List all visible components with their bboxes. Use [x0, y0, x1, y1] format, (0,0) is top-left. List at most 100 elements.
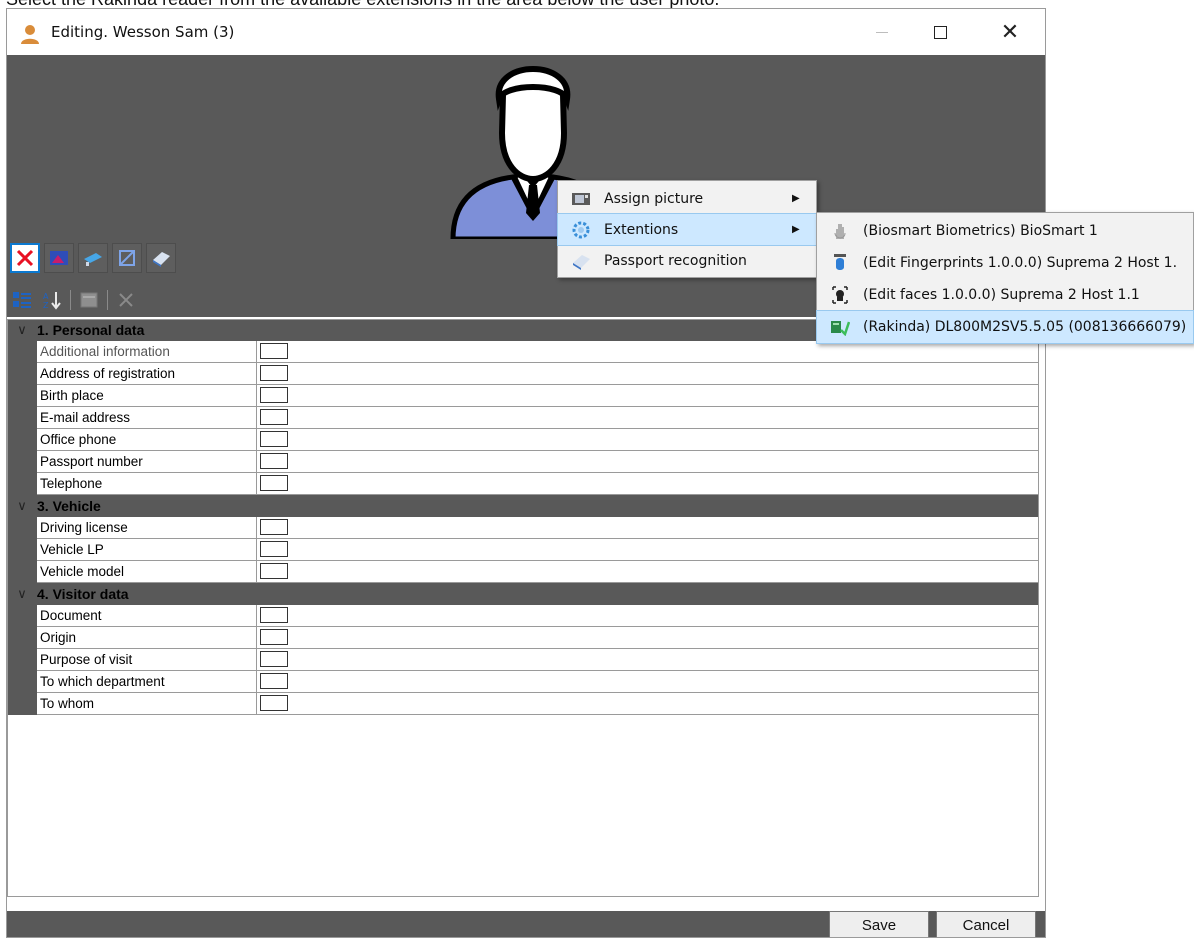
- camera-icon: [84, 253, 102, 266]
- category-row[interactable]: ∨ 4. Visitor data: [7, 583, 1039, 605]
- property-value-cell[interactable]: [257, 341, 1039, 363]
- property-row[interactable]: Origin: [7, 627, 1039, 649]
- property-row[interactable]: Address of registration: [7, 363, 1039, 385]
- maximize-button[interactable]: [917, 9, 963, 55]
- categorized-view-button[interactable]: [10, 288, 34, 312]
- category-row[interactable]: ∨ 3. Vehicle: [7, 495, 1039, 517]
- menu-item-label: (Edit faces 1.0.0.0) Suprema 2 Host 1.1: [863, 287, 1140, 303]
- property-value-input[interactable]: [260, 431, 288, 447]
- property-value-input[interactable]: [260, 519, 288, 535]
- property-row[interactable]: Vehicle model: [7, 561, 1039, 583]
- minimize-icon: [876, 31, 888, 33]
- menu-item[interactable]: Extentions ▶: [557, 213, 817, 246]
- property-value-cell[interactable]: [257, 671, 1039, 693]
- property-value-input[interactable]: [260, 673, 288, 689]
- collapse-chevron-icon[interactable]: ∨: [7, 498, 37, 514]
- collapse-chevron-icon[interactable]: ∨: [7, 322, 37, 338]
- maximize-icon: [933, 25, 947, 39]
- menu-item[interactable]: (Edit faces 1.0.0.0) Suprema 2 Host 1.1: [817, 279, 1193, 311]
- property-label: To whom: [37, 693, 257, 715]
- property-value-input[interactable]: [260, 365, 288, 381]
- property-row[interactable]: E-mail address: [7, 407, 1039, 429]
- property-value-cell[interactable]: [257, 693, 1039, 715]
- save-button[interactable]: Save: [829, 911, 929, 937]
- property-value-cell[interactable]: [257, 473, 1039, 495]
- collapse-chevron-icon[interactable]: ∨: [7, 586, 37, 602]
- property-value-cell[interactable]: [257, 363, 1039, 385]
- property-value-cell[interactable]: [257, 649, 1039, 671]
- property-row[interactable]: Telephone: [7, 473, 1039, 495]
- property-label: Vehicle model: [37, 561, 257, 583]
- menu-item[interactable]: (Edit Fingerprints 1.0.0.0) Suprema 2 Ho…: [817, 247, 1193, 279]
- property-row[interactable]: Driving license: [7, 517, 1039, 539]
- property-label: Birth place: [37, 385, 257, 407]
- property-label: Vehicle LP: [37, 539, 257, 561]
- window-title: Editing. Wesson Sam (3): [51, 23, 235, 41]
- dialog-footer: Save Cancel: [7, 911, 1045, 937]
- property-value-input[interactable]: [260, 453, 288, 469]
- property-value-input[interactable]: [260, 409, 288, 425]
- property-value-input[interactable]: [260, 651, 288, 667]
- property-row[interactable]: Passport number: [7, 451, 1039, 473]
- property-label: Office phone: [37, 429, 257, 451]
- property-value-input[interactable]: [260, 343, 288, 359]
- property-value-cell[interactable]: [257, 517, 1039, 539]
- close-button[interactable]: ✕: [987, 9, 1033, 55]
- menu-item-label: Passport recognition: [604, 252, 747, 269]
- property-grid: ∨ 1. Personal data Additional information A…: [7, 319, 1039, 897]
- cancel-button[interactable]: Cancel: [936, 911, 1036, 937]
- alphabetical-sort-button[interactable]: A Z: [40, 288, 64, 312]
- property-row[interactable]: Office phone: [7, 429, 1039, 451]
- property-value-input[interactable]: [260, 541, 288, 557]
- property-value-cell[interactable]: [257, 429, 1039, 451]
- menu-item-label: (Biosmart Biometrics) BioSmart 1: [863, 223, 1098, 239]
- property-row[interactable]: Vehicle LP: [7, 539, 1039, 561]
- property-row[interactable]: To which department: [7, 671, 1039, 693]
- property-value-input[interactable]: [260, 607, 288, 623]
- property-value-cell[interactable]: [257, 627, 1039, 649]
- menu-item-label: Extentions: [604, 221, 679, 238]
- property-value-cell[interactable]: [257, 539, 1039, 561]
- title-bar: Editing. Wesson Sam (3) ✕: [7, 9, 1045, 55]
- menu-item-label: Assign picture: [604, 190, 704, 207]
- property-row[interactable]: Purpose of visit: [7, 649, 1039, 671]
- menu-item[interactable]: (Rakinda) DL800M2SV5.5.05 (008136666079): [816, 310, 1194, 344]
- property-value-input[interactable]: [260, 563, 288, 579]
- property-label: To which department: [37, 671, 257, 693]
- user-icon: [21, 25, 39, 44]
- clear-button[interactable]: [114, 288, 138, 312]
- edit-employee-window: Editing. Wesson Sam (3) ✕ A Z ∨ 1. Perso…: [6, 8, 1046, 938]
- clear-icon: [119, 293, 133, 307]
- gear-icon: [558, 220, 604, 240]
- property-value-input[interactable]: [260, 695, 288, 711]
- property-label: E-mail address: [37, 407, 257, 429]
- property-row[interactable]: Document: [7, 605, 1039, 627]
- property-value-input[interactable]: [260, 387, 288, 403]
- menu-item[interactable]: (Biosmart Biometrics) BioSmart 1: [817, 215, 1193, 247]
- property-label: Origin: [37, 627, 257, 649]
- property-value-cell[interactable]: [257, 561, 1039, 583]
- load-photo-button[interactable]: [44, 243, 74, 273]
- menu-item[interactable]: Passport recognition: [558, 245, 816, 276]
- scan-photo-button[interactable]: [146, 243, 176, 273]
- property-row[interactable]: Additional information: [7, 341, 1039, 363]
- crop-photo-button[interactable]: [112, 243, 142, 273]
- minimize-button[interactable]: [859, 9, 905, 55]
- property-label: Purpose of visit: [37, 649, 257, 671]
- property-value-cell[interactable]: [257, 407, 1039, 429]
- property-value-cell[interactable]: [257, 451, 1039, 473]
- property-row[interactable]: To whom: [7, 693, 1039, 715]
- property-value-cell[interactable]: [257, 385, 1039, 407]
- property-pages-button[interactable]: [77, 288, 101, 312]
- property-value-input[interactable]: [260, 629, 288, 645]
- property-row[interactable]: Birth place: [7, 385, 1039, 407]
- property-pages-icon: [80, 292, 98, 308]
- camera-capture-button[interactable]: [78, 243, 108, 273]
- delete-photo-button[interactable]: [10, 243, 40, 273]
- submenu-arrow-icon: ▶: [792, 193, 800, 204]
- sort-az-icon: A Z: [43, 292, 61, 310]
- property-label: Address of registration: [37, 363, 257, 385]
- property-value-cell[interactable]: [257, 605, 1039, 627]
- menu-item[interactable]: Assign picture ▶: [558, 183, 816, 214]
- property-value-input[interactable]: [260, 475, 288, 491]
